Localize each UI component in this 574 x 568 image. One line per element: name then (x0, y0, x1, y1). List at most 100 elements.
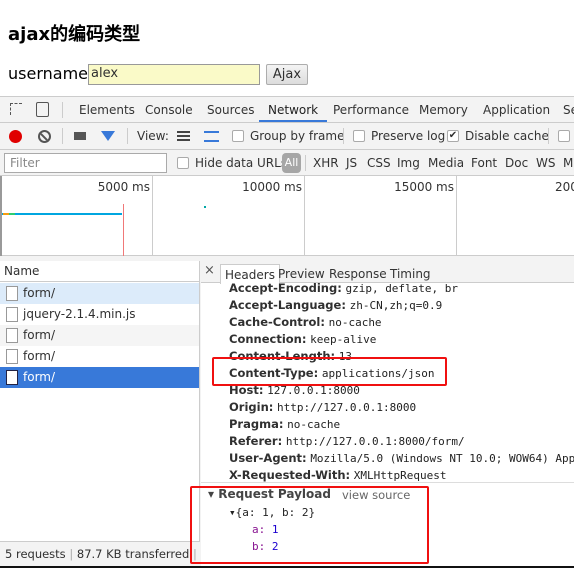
filter-funnel-icon[interactable] (101, 131, 115, 141)
tab-application[interactable]: Application (483, 97, 550, 122)
header-value: http://127.0.0.1:8000/form/ (285, 435, 465, 448)
header-value: http://127.0.0.1:8000 (277, 401, 417, 414)
request-row[interactable]: jquery-2.1.4.min.js (0, 304, 199, 325)
request-bar-queue (9, 213, 15, 215)
transferred-size: 87.7 KB transferred (76, 547, 190, 561)
filter-type-manifest[interactable]: M (563, 156, 573, 170)
filter-type-font[interactable]: Font (471, 156, 497, 170)
offline-checkbox[interactable] (558, 130, 570, 142)
header-name: Origin: (229, 400, 274, 414)
screenshot-camera-icon[interactable] (74, 132, 86, 140)
header-value: no-cache (328, 316, 382, 329)
record-icon[interactable] (9, 130, 22, 143)
preserve-log-checkbox[interactable] (353, 130, 365, 142)
filter-type-css[interactable]: CSS (367, 156, 391, 170)
request-count: 5 requests (5, 547, 66, 561)
inspect-element-icon[interactable] (10, 103, 22, 115)
filter-type-xhr[interactable]: XHR (313, 156, 339, 170)
group-by-frame-checkbox[interactable] (232, 130, 244, 142)
large-rows-list-icon[interactable] (177, 131, 190, 141)
request-header-row: Cache-Control: no-cache (229, 315, 382, 329)
tab-elements[interactable]: Elements (79, 97, 135, 122)
timeline-tick-15000: 15000 ms (394, 180, 454, 194)
request-header-row: Pragma: no-cache (229, 417, 340, 431)
tab-sources[interactable]: Sources (207, 97, 254, 122)
header-value: no-cache (287, 418, 341, 431)
devtools-panel: Elements Console Sources Network Perform… (0, 96, 574, 568)
username-input[interactable]: alex (88, 64, 260, 85)
header-name: Connection: (229, 332, 307, 346)
header-name: Accept-Language: (229, 298, 346, 312)
request-bar (2, 213, 122, 215)
request-header-row: Referer: http://127.0.0.1:8000/form/ (229, 434, 465, 448)
hide-data-urls-checkbox[interactable] (177, 157, 189, 169)
file-icon (6, 349, 18, 364)
name-column-header[interactable]: Name (0, 261, 199, 282)
request-row[interactable]: form/ (0, 325, 199, 346)
timeline-overview[interactable]: 5000 ms 10000 ms 15000 ms 200 (0, 176, 574, 256)
tab-memory[interactable]: Memory (419, 97, 468, 122)
file-icon (6, 370, 18, 385)
disable-cache-checkbox[interactable]: ✔ (447, 130, 459, 142)
detail-tab-response[interactable]: Response (329, 267, 387, 281)
request-header-row: Accept-Encoding: gzip, deflate, br (229, 283, 458, 295)
header-value: zh-CN,zh;q=0.9 (349, 299, 443, 312)
request-dot (204, 206, 206, 208)
device-toolbar-icon[interactable] (36, 102, 49, 117)
close-detail-icon[interactable]: × (204, 263, 215, 278)
request-row[interactable]: form/ (0, 346, 199, 367)
detail-tab-preview[interactable]: Preview (278, 267, 325, 281)
filter-type-all[interactable]: All (282, 153, 301, 173)
timeline-tick-20000: 200 (555, 180, 574, 194)
header-name: X-Requested-With: (229, 468, 351, 482)
username-label: username (8, 64, 88, 83)
timeline-tick-10000: 10000 ms (242, 180, 302, 194)
filter-type-ws[interactable]: WS (536, 156, 555, 170)
group-by-frame-label[interactable]: Group by frame (250, 129, 344, 143)
request-header-row: Connection: keep-alive (229, 332, 376, 346)
request-name: jquery-2.1.4.min.js (23, 307, 136, 321)
tab-network[interactable]: Network (259, 97, 328, 122)
page-title: ajax的编码类型 (8, 24, 141, 45)
request-name: form/ (23, 349, 56, 363)
filter-bar: Filter Hide data URLs All XHR JS CSS Img… (0, 150, 574, 176)
divider (201, 482, 574, 483)
tab-console[interactable]: Console (145, 97, 193, 122)
request-list: Name form/ jquery-2.1.4.min.js form/ for… (0, 261, 200, 568)
file-icon (6, 328, 18, 343)
waterfall-overview-icon[interactable] (204, 131, 219, 142)
header-name: Referer: (229, 434, 283, 448)
request-header-row: Accept-Language: zh-CN,zh;q=0.9 (229, 298, 442, 312)
header-value: XMLHttpRequest (353, 469, 447, 482)
load-event-line (123, 204, 124, 256)
ajax-button[interactable]: Ajax (266, 64, 308, 85)
filter-type-js[interactable]: JS (346, 156, 357, 170)
request-name: form/ (23, 370, 56, 384)
filter-input[interactable]: Filter (4, 153, 167, 173)
filter-type-img[interactable]: Img (397, 156, 420, 170)
detail-tab-headers[interactable]: Headers (220, 264, 280, 284)
request-row-selected[interactable]: form/ (0, 367, 199, 388)
disable-cache-label[interactable]: Disable cache (465, 129, 549, 143)
tab-more[interactable]: Se (563, 97, 574, 122)
request-header-row: User-Agent: Mozilla/5.0 (Windows NT 10.0… (229, 451, 574, 465)
header-name: Cache-Control: (229, 315, 325, 329)
hide-data-urls-label[interactable]: Hide data URLs (195, 156, 287, 170)
request-header-row: X-Requested-With: XMLHttpRequest (229, 468, 447, 482)
request-row[interactable]: form/ (0, 283, 199, 304)
preserve-log-label[interactable]: Preserve log (371, 129, 445, 143)
detail-tab-bar: × Headers Preview Response Timing (201, 261, 574, 284)
filter-type-doc[interactable]: Doc (505, 156, 528, 170)
clear-icon[interactable] (38, 130, 51, 143)
status-bar: 5 requests | 87.7 KB transferred | .. (0, 541, 208, 567)
timeline-tick-5000: 5000 ms (97, 180, 150, 194)
header-value: Mozilla/5.0 (Windows NT 10.0; WOW64) App… (310, 452, 574, 465)
header-name: User-Agent: (229, 451, 307, 465)
view-label: View: (137, 129, 169, 143)
header-value: gzip, deflate, br (345, 283, 459, 295)
header-name: Accept-Encoding: (229, 283, 342, 295)
tab-performance[interactable]: Performance (333, 97, 409, 122)
filter-type-media[interactable]: Media (428, 156, 464, 170)
header-value: keep-alive (310, 333, 377, 346)
detail-tab-timing[interactable]: Timing (390, 267, 431, 281)
